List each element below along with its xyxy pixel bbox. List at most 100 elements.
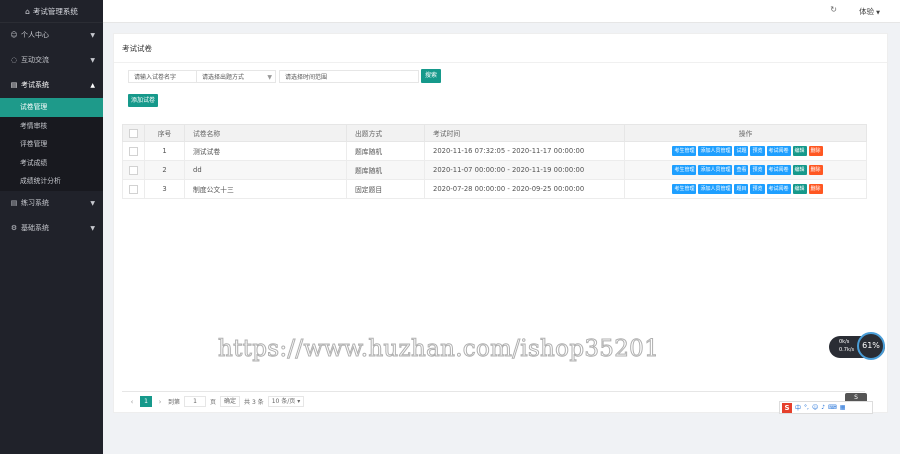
app-logo[interactable]: ⌂ 考试管理系统 xyxy=(0,0,103,23)
preview-button[interactable]: 预览 xyxy=(750,146,765,156)
speed-percent-circle[interactable]: 61% xyxy=(857,332,885,360)
chat-icon: ◌ xyxy=(10,56,18,64)
examinee-management-button[interactable]: 考生管理 xyxy=(672,146,697,156)
row-time: 2020-11-07 00:00:00 - 2020-11-19 00:00:0… xyxy=(424,160,625,180)
sidebar-group-label: 基础系统 xyxy=(21,223,49,232)
sidebar-item-score-analysis[interactable]: 成绩统计分析 xyxy=(0,172,103,191)
marking-button[interactable]: 考试阅卷 xyxy=(766,165,791,175)
row-method: 题库随机 xyxy=(346,141,425,161)
sidebar-group-personal[interactable]: ☺ 个人中心 ▼ xyxy=(0,23,103,48)
time-range-input[interactable]: 请选择时间范围 xyxy=(279,70,419,83)
prev-page-icon[interactable]: ‹ xyxy=(128,398,136,406)
add-paper-button[interactable]: 添加试卷 xyxy=(128,94,158,107)
row-ops: 考生管理 添加人员管理 查看 预览 考试阅卷 编辑 删除 xyxy=(624,160,867,180)
examinee-management-button[interactable]: 考生管理 xyxy=(672,165,697,175)
method-select-placeholder: 请选择出题方式 xyxy=(202,74,245,81)
sogou-logo-icon: S xyxy=(782,402,792,413)
sidebar: ⌂ 考试管理系统 ☺ 个人中心 ▼ ◌ 互动交流 ▼ ▤ 考试系统 ▲ 试卷管理 考情审… xyxy=(0,0,103,454)
user-icon: ☺ xyxy=(10,31,18,39)
checkbox[interactable] xyxy=(129,146,138,156)
add-personnel-button[interactable]: 添加人员管理 xyxy=(698,165,733,175)
emoji-icon[interactable]: ☺ xyxy=(812,404,818,411)
delete-button[interactable]: 删除 xyxy=(808,146,823,156)
marking-button[interactable]: 考试阅卷 xyxy=(766,184,791,194)
chevron-up-icon: ▲ xyxy=(90,82,95,89)
select-all-checkbox[interactable] xyxy=(122,124,145,142)
table-row: 2 dd 题库随机 2020-11-07 00:00:00 - 2020-11-… xyxy=(122,160,867,180)
row-time: 2020-11-16 07:32:05 - 2020-11-17 00:00:0… xyxy=(424,141,625,161)
row-name: 制度公文十三 xyxy=(184,179,347,199)
paper-table: 序号 试卷名称 出题方式 考试时间 操作 1 测试试卷 题库随机 2020-11… xyxy=(122,124,867,199)
examinee-management-button[interactable]: 考生管理 xyxy=(672,184,697,194)
sidebar-group-exam[interactable]: ▤ 考试系统 ▲ xyxy=(0,73,103,98)
checkbox[interactable] xyxy=(129,184,138,194)
divider xyxy=(114,62,887,63)
refresh-icon[interactable]: ↻ xyxy=(830,5,837,14)
user-menu[interactable]: 体验 ▼ xyxy=(859,6,880,17)
top-header: ↻ 体验 ▼ xyxy=(103,0,900,23)
row-ops: 考生管理 添加人员管理 题目 预览 考试阅卷 编辑 删除 xyxy=(624,179,867,199)
keyboard-icon[interactable]: ⌨ xyxy=(828,404,837,411)
col-header-time: 考试时间 xyxy=(424,124,625,142)
col-header-num: 序号 xyxy=(144,124,185,142)
questions-button[interactable]: 试题 xyxy=(734,146,749,156)
questions-button[interactable]: 题目 xyxy=(734,184,749,194)
sidebar-item-scores[interactable]: 考试成绩 xyxy=(0,154,103,173)
search-button[interactable]: 搜索 xyxy=(421,69,441,83)
add-personnel-button[interactable]: 添加人员管理 xyxy=(698,184,733,194)
chevron-down-icon: ▼ xyxy=(267,74,272,81)
edit-button[interactable]: 编辑 xyxy=(792,146,807,156)
user-name: 体验 xyxy=(859,7,875,16)
settings-icon: ⚙ xyxy=(10,223,18,232)
row-num: 1 xyxy=(144,141,185,161)
checkbox[interactable] xyxy=(129,128,138,138)
edit-button[interactable]: 编辑 xyxy=(792,184,807,194)
delete-button[interactable]: 删除 xyxy=(808,184,823,194)
current-page[interactable]: 1 xyxy=(140,396,152,407)
view-button[interactable]: 查看 xyxy=(734,165,749,175)
col-header-name: 试卷名称 xyxy=(184,124,347,142)
sidebar-item-grading[interactable]: 评卷管理 xyxy=(0,135,103,154)
row-checkbox-cell[interactable] xyxy=(122,141,145,161)
col-header-method: 出题方式 xyxy=(346,124,425,142)
row-name: dd xyxy=(184,160,347,180)
total-count: 共 3 条 xyxy=(244,399,264,406)
punctuation-icon[interactable]: °, xyxy=(804,404,809,411)
checkbox[interactable] xyxy=(129,165,138,175)
sidebar-group-practice[interactable]: ▤ 练习系统 ▼ xyxy=(0,191,103,216)
goto-page-input[interactable]: 1 xyxy=(184,396,207,407)
col-header-ops: 操作 xyxy=(624,124,867,142)
ime-mode-label: 中 xyxy=(795,405,802,412)
menu-grid-icon[interactable]: ▦ xyxy=(840,404,846,411)
edit-button[interactable]: 编辑 xyxy=(792,165,807,175)
sidebar-item-exam-review[interactable]: 考情审核 xyxy=(0,117,103,136)
sidebar-group-label: 互动交流 xyxy=(21,56,49,64)
preview-button[interactable]: 预览 xyxy=(750,184,765,194)
document-icon: ▤ xyxy=(10,198,18,207)
caret-down-icon: ▼ xyxy=(876,10,880,16)
goto-suffix: 页 xyxy=(210,399,217,406)
goto-confirm-button[interactable]: 确定 xyxy=(220,396,241,407)
next-page-icon[interactable]: › xyxy=(156,398,164,406)
marking-button[interactable]: 考试阅卷 xyxy=(766,146,791,156)
row-ops: 考生管理 添加人员管理 试题 预览 考试阅卷 编辑 删除 xyxy=(624,141,867,161)
add-personnel-button[interactable]: 添加人员管理 xyxy=(698,146,733,156)
row-checkbox-cell[interactable] xyxy=(122,160,145,180)
microphone-icon[interactable]: ♪ xyxy=(821,404,825,411)
upload-speed: 0k/s xyxy=(839,339,850,345)
method-select[interactable]: 请选择出题方式 ▼ xyxy=(196,70,276,83)
page-size-select[interactable]: 10 条/页 ▾ xyxy=(267,396,305,407)
row-name: 测试试卷 xyxy=(184,141,347,161)
chevron-down-icon: ▼ xyxy=(90,32,95,39)
delete-button[interactable]: 删除 xyxy=(808,165,823,175)
sidebar-group-label: 个人中心 xyxy=(21,31,49,39)
sidebar-item-paper-management[interactable]: 试卷管理 xyxy=(0,98,103,117)
row-checkbox-cell[interactable] xyxy=(122,179,145,199)
sidebar-group-interaction[interactable]: ◌ 互动交流 ▼ xyxy=(0,48,103,73)
goto-prefix: 到第 xyxy=(168,399,181,406)
sidebar-submenu-exam: 试卷管理 考情审核 评卷管理 考试成绩 成绩统计分析 xyxy=(0,98,103,191)
divider xyxy=(122,391,865,392)
ime-toolbar[interactable]: S 中 °, ☺ ♪ ⌨ ▦ xyxy=(779,401,873,414)
sidebar-group-basic[interactable]: ⚙ 基础系统 ▼ xyxy=(0,216,103,241)
preview-button[interactable]: 预览 xyxy=(750,165,765,175)
